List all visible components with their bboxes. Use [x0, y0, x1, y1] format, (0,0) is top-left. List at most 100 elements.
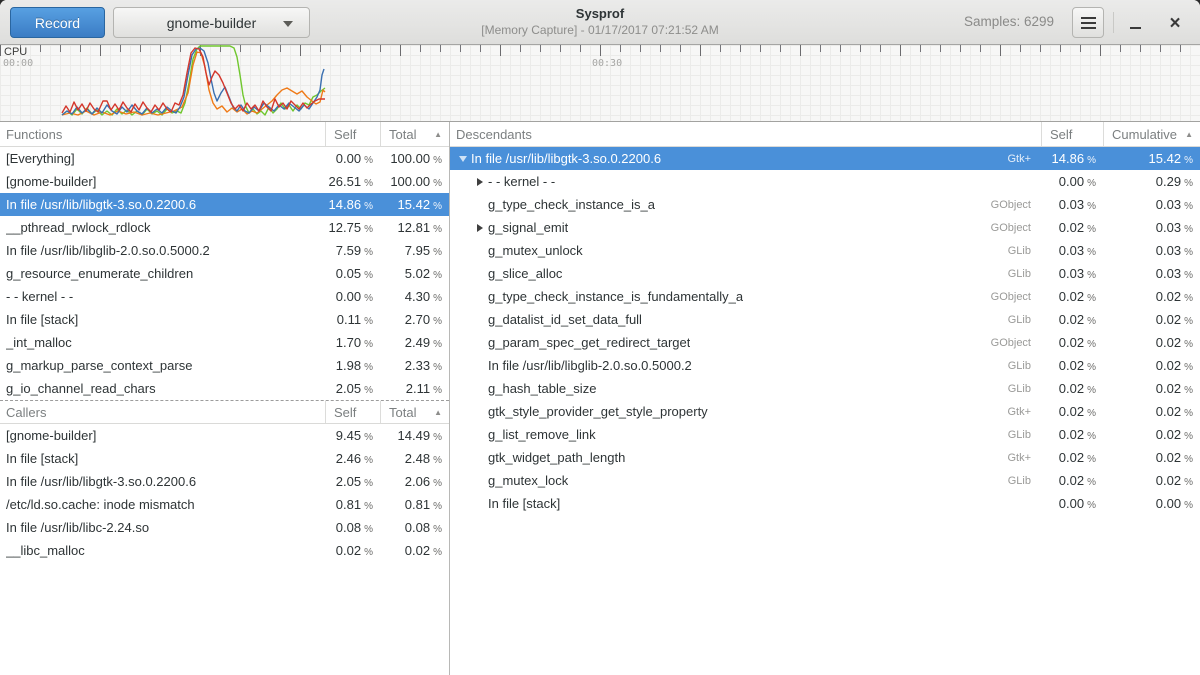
total-value: 2.33%: [380, 358, 449, 373]
tree-row[interactable]: g_slice_allocGLib0.03%0.03%: [450, 262, 1200, 285]
expander-open-icon[interactable]: [454, 156, 471, 162]
function-name-cell: - - kernel - -: [0, 289, 325, 304]
table-row[interactable]: g_io_channel_read_chars2.05%2.11%: [0, 377, 449, 400]
percent-value: 0.02: [1059, 335, 1084, 350]
menu-button[interactable]: [1072, 7, 1104, 38]
percent-sign: %: [1184, 431, 1193, 442]
close-button[interactable]: ×: [1160, 8, 1190, 38]
total-value: 0.81%: [380, 497, 449, 512]
percent-value: 0.02: [1156, 427, 1181, 442]
tree-row[interactable]: g_mutex_lockGLib0.02%0.02%: [450, 469, 1200, 492]
percent-sign: %: [1184, 454, 1193, 465]
tree-row[interactable]: gtk_style_provider_get_style_propertyGtk…: [450, 400, 1200, 423]
self-value: 0.02%: [1041, 220, 1103, 235]
tree-row[interactable]: In file /usr/lib/libglib-2.0.so.0.5000.2…: [450, 354, 1200, 377]
percent-sign: %: [364, 201, 373, 212]
function-name: - - kernel - -: [488, 174, 555, 189]
descendants-pane: Descendants Self Cumulative ▲ In file /u…: [450, 122, 1200, 675]
percent-sign: %: [433, 339, 442, 350]
table-row[interactable]: In file [stack]2.46%2.48%: [0, 447, 449, 470]
self-value: 2.05%: [325, 381, 380, 396]
category-label: GLib: [1008, 245, 1041, 257]
callers-self-column-header[interactable]: Self: [325, 401, 380, 423]
total-value: 15.42%: [380, 197, 449, 212]
table-row[interactable]: _int_malloc1.70%2.49%: [0, 331, 449, 354]
percent-sign: %: [1184, 155, 1193, 166]
sysprof-window: Record gnome-builder Sysprof [Memory Cap…: [0, 0, 1200, 675]
self-value: 0.08%: [325, 520, 380, 535]
tree-row[interactable]: gtk_widget_path_lengthGtk+0.02%0.02%: [450, 446, 1200, 469]
category-label: GLib: [1008, 429, 1041, 441]
minimize-button[interactable]: [1120, 8, 1150, 38]
cpu-graph-label: CPU: [4, 46, 27, 58]
percent-value: 0.02: [1156, 404, 1181, 419]
table-row[interactable]: g_resource_enumerate_children0.05%5.02%: [0, 262, 449, 285]
self-value: 14.86%: [1041, 151, 1103, 166]
function-name-cell: g_type_check_instance_is_fundamentally_a…: [450, 289, 1041, 304]
tree-row[interactable]: g_list_remove_linkGLib0.02%0.02%: [450, 423, 1200, 446]
percent-value: 0.02: [405, 543, 430, 558]
table-row[interactable]: __libc_malloc0.02%0.02%: [0, 539, 449, 562]
percent-sign: %: [364, 339, 373, 350]
table-row[interactable]: [Everything]0.00%100.00%: [0, 147, 449, 170]
tree-row[interactable]: In file [stack]0.00%0.00%: [450, 492, 1200, 515]
descendants-cumulative-column-header[interactable]: Cumulative ▲: [1103, 122, 1200, 146]
function-name: __pthread_rwlock_rdlock: [6, 220, 151, 235]
table-row[interactable]: [gnome-builder]26.51%100.00%: [0, 170, 449, 193]
category-label: GObject: [991, 222, 1041, 234]
self-value: 0.81%: [325, 497, 380, 512]
target-dropdown[interactable]: gnome-builder: [113, 7, 310, 38]
percent-value: 100.00: [390, 151, 430, 166]
table-row[interactable]: In file [stack]0.11%2.70%: [0, 308, 449, 331]
cumulative-value: 0.02%: [1103, 450, 1200, 465]
function-name: g_type_check_instance_is_a: [488, 197, 655, 212]
table-row[interactable]: /etc/ld.so.cache: inode mismatch0.81%0.8…: [0, 493, 449, 516]
function-name-cell: g_mutex_unlockGLib: [450, 243, 1041, 258]
tree-row[interactable]: g_datalist_id_set_data_fullGLib0.02%0.02…: [450, 308, 1200, 331]
callers-total-column-header[interactable]: Total ▲: [380, 401, 449, 423]
percent-sign: %: [1184, 339, 1193, 350]
category-label: GObject: [991, 199, 1041, 211]
table-row[interactable]: In file /usr/lib/libgtk-3.so.0.2200.62.0…: [0, 470, 449, 493]
table-row[interactable]: In file /usr/lib/libglib-2.0.so.0.5000.2…: [0, 239, 449, 262]
tree-row[interactable]: g_param_spec_get_redirect_targetGObject0…: [450, 331, 1200, 354]
table-row[interactable]: __pthread_rwlock_rdlock12.75%12.81%: [0, 216, 449, 239]
percent-sign: %: [1184, 316, 1193, 327]
tree-row[interactable]: g_mutex_unlockGLib0.03%0.03%: [450, 239, 1200, 262]
tree-row[interactable]: g_type_check_instance_is_fundamentally_a…: [450, 285, 1200, 308]
cpu-graph[interactable]: CPU 00:00 00:30: [0, 45, 1200, 122]
table-row[interactable]: [gnome-builder]9.45%14.49%: [0, 424, 449, 447]
descendants-self-column-header[interactable]: Self: [1041, 122, 1103, 146]
target-dropdown-label: gnome-builder: [167, 15, 257, 31]
tree-row[interactable]: - - kernel - -0.00%0.29%: [450, 170, 1200, 193]
table-row[interactable]: - - kernel - -0.00%4.30%: [0, 285, 449, 308]
function-name-cell: g_datalist_id_set_data_fullGLib: [450, 312, 1041, 327]
expander-closed-icon[interactable]: [471, 178, 488, 186]
record-button[interactable]: Record: [10, 7, 105, 38]
self-value: 0.00%: [325, 289, 380, 304]
expander-closed-icon[interactable]: [471, 224, 488, 232]
callers-column-header[interactable]: Callers: [0, 401, 325, 423]
percent-sign: %: [364, 362, 373, 373]
samples-count: Samples: 6299: [964, 14, 1054, 29]
callers-table: [gnome-builder]9.45%14.49%In file [stack…: [0, 424, 449, 562]
functions-self-column-header[interactable]: Self: [325, 122, 380, 146]
function-name: __libc_malloc: [6, 543, 85, 558]
table-row[interactable]: In file /usr/lib/libgtk-3.so.0.2200.614.…: [0, 193, 449, 216]
tree-row[interactable]: In file /usr/lib/libgtk-3.so.0.2200.6Gtk…: [450, 147, 1200, 170]
descendants-column-header[interactable]: Descendants: [450, 122, 1041, 146]
function-name-cell: - - kernel - -: [450, 174, 1041, 189]
tree-row[interactable]: g_hash_table_sizeGLib0.02%0.02%: [450, 377, 1200, 400]
percent-value: 0.81: [336, 497, 361, 512]
table-row[interactable]: g_markup_parse_context_parse1.98%2.33%: [0, 354, 449, 377]
self-value: 0.03%: [1041, 266, 1103, 281]
tree-row[interactable]: g_signal_emitGObject0.02%0.03%: [450, 216, 1200, 239]
function-name: In file /usr/lib/libgtk-3.so.0.2200.6: [6, 197, 196, 212]
tree-row[interactable]: g_type_check_instance_is_aGObject0.03%0.…: [450, 193, 1200, 216]
function-name: In file /usr/lib/libglib-2.0.so.0.5000.2: [488, 358, 692, 373]
total-value: 4.30%: [380, 289, 449, 304]
functions-total-column-header[interactable]: Total ▲: [380, 122, 449, 146]
functions-column-header[interactable]: Functions: [0, 122, 325, 146]
percent-value: 0.03: [1059, 243, 1084, 258]
table-row[interactable]: In file /usr/lib/libc-2.24.so0.08%0.08%: [0, 516, 449, 539]
